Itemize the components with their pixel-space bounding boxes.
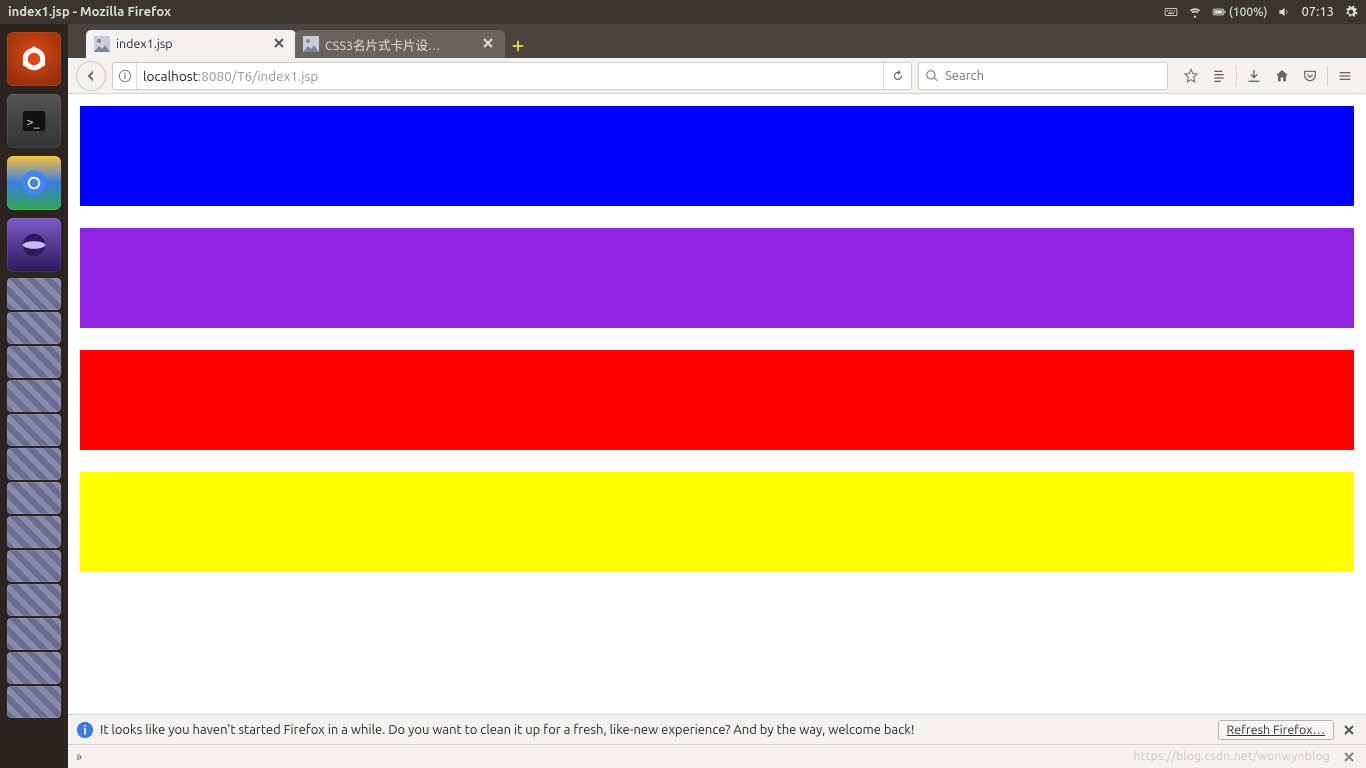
url-text[interactable]: localhost:8080/T6/index1.jsp [137, 68, 883, 84]
launcher-app-stub[interactable] [7, 584, 61, 616]
launcher-app-stub[interactable] [7, 618, 61, 650]
toolbar-separator [1236, 66, 1237, 86]
info-bar-close-button[interactable] [1340, 721, 1358, 739]
new-tab-button[interactable] [504, 34, 532, 58]
refresh-firefox-button[interactable]: Refresh Firefox… [1218, 720, 1334, 740]
reload-button[interactable] [883, 63, 911, 89]
info-bar: i It looks like you haven't started Fire… [68, 714, 1366, 744]
pocket-icon[interactable] [1297, 62, 1323, 90]
battery-indicator[interactable]: (100%) [1212, 5, 1268, 19]
launcher-app-stub[interactable] [7, 312, 61, 344]
wifi-icon[interactable] [1188, 5, 1202, 19]
tab-inactive[interactable]: CSS3名片式卡片设… [295, 30, 505, 58]
bookmarks-list-icon[interactable] [1206, 62, 1232, 90]
toolbar-icons [1174, 62, 1358, 90]
status-close-icon[interactable] [1340, 748, 1358, 766]
launcher-dash[interactable] [7, 32, 61, 86]
overflow-chevrons[interactable]: » [76, 750, 82, 764]
launcher-terminal[interactable]: >_ [7, 94, 61, 148]
launcher-app-stub[interactable] [7, 448, 61, 480]
launcher-chrome[interactable] [7, 156, 61, 210]
system-menubar: index1.jsp - Mozilla Firefox (100%) 07:1… [0, 0, 1366, 24]
launcher-app-stub[interactable] [7, 550, 61, 582]
volume-icon[interactable] [1277, 5, 1291, 19]
home-icon[interactable] [1269, 62, 1295, 90]
launcher-app-stub[interactable] [7, 482, 61, 514]
clock[interactable]: 07:13 [1301, 5, 1334, 19]
svg-text:i: i [83, 724, 86, 737]
launcher-app-stub[interactable] [7, 278, 61, 310]
tab-label: CSS3名片式卡片设… [325, 35, 440, 54]
toolbar-separator [1327, 66, 1328, 86]
site-info-icon[interactable] [113, 63, 137, 89]
url-host: localhost [143, 68, 198, 84]
system-indicators[interactable]: (100%) 07:13 [1164, 5, 1358, 19]
url-path: :8080/T6/index1.jsp [198, 68, 318, 84]
keyboard-icon[interactable] [1164, 5, 1178, 19]
launcher-eclipse[interactable] [7, 218, 61, 272]
launcher-overflow [7, 276, 61, 768]
info-bar-text: It looks like you haven't started Firefo… [100, 723, 914, 737]
searchbar[interactable] [918, 62, 1168, 90]
info-icon: i [76, 721, 94, 739]
search-icon [925, 69, 939, 83]
launcher-app-stub[interactable] [7, 686, 61, 718]
launcher-app-stub[interactable] [7, 414, 61, 446]
addon-status-bar: » https://blog.csdn.net/wonwynblog [68, 744, 1366, 768]
firefox-window: index1.jsp CSS3名片式卡片设… localhost:8080/T6… [68, 24, 1366, 768]
svg-text:>_: >_ [27, 115, 41, 129]
color-band [80, 472, 1354, 572]
page-content [68, 94, 1366, 714]
tab-close-button[interactable] [274, 37, 288, 51]
favicon-icon [94, 36, 110, 52]
hamburger-menu-icon[interactable] [1332, 62, 1358, 90]
favicon-icon [303, 36, 319, 52]
window-title: index1.jsp - Mozilla Firefox [8, 5, 171, 19]
color-band [80, 350, 1354, 450]
gear-icon[interactable] [1344, 5, 1358, 19]
downloads-icon[interactable] [1241, 62, 1267, 90]
tab-close-button[interactable] [483, 37, 497, 51]
back-button[interactable] [76, 61, 106, 91]
color-band [80, 228, 1354, 328]
tab-active[interactable]: index1.jsp [86, 30, 296, 58]
launcher-app-stub[interactable] [7, 516, 61, 548]
watermark-text: https://blog.csdn.net/wonwynblog [1133, 750, 1330, 763]
launcher-app-stub[interactable] [7, 380, 61, 412]
urlbar[interactable]: localhost:8080/T6/index1.jsp [112, 62, 912, 90]
bookmark-star-icon[interactable] [1178, 62, 1204, 90]
color-band [80, 106, 1354, 206]
unity-launcher[interactable]: >_ [0, 24, 68, 768]
battery-percent: (100%) [1229, 6, 1268, 19]
tabstrip: index1.jsp CSS3名片式卡片设… [68, 24, 1366, 58]
launcher-app-stub[interactable] [7, 346, 61, 378]
search-input[interactable] [939, 69, 1161, 83]
navbar: localhost:8080/T6/index1.jsp [68, 58, 1366, 94]
tab-label: index1.jsp [116, 37, 173, 51]
launcher-app-stub[interactable] [7, 652, 61, 684]
